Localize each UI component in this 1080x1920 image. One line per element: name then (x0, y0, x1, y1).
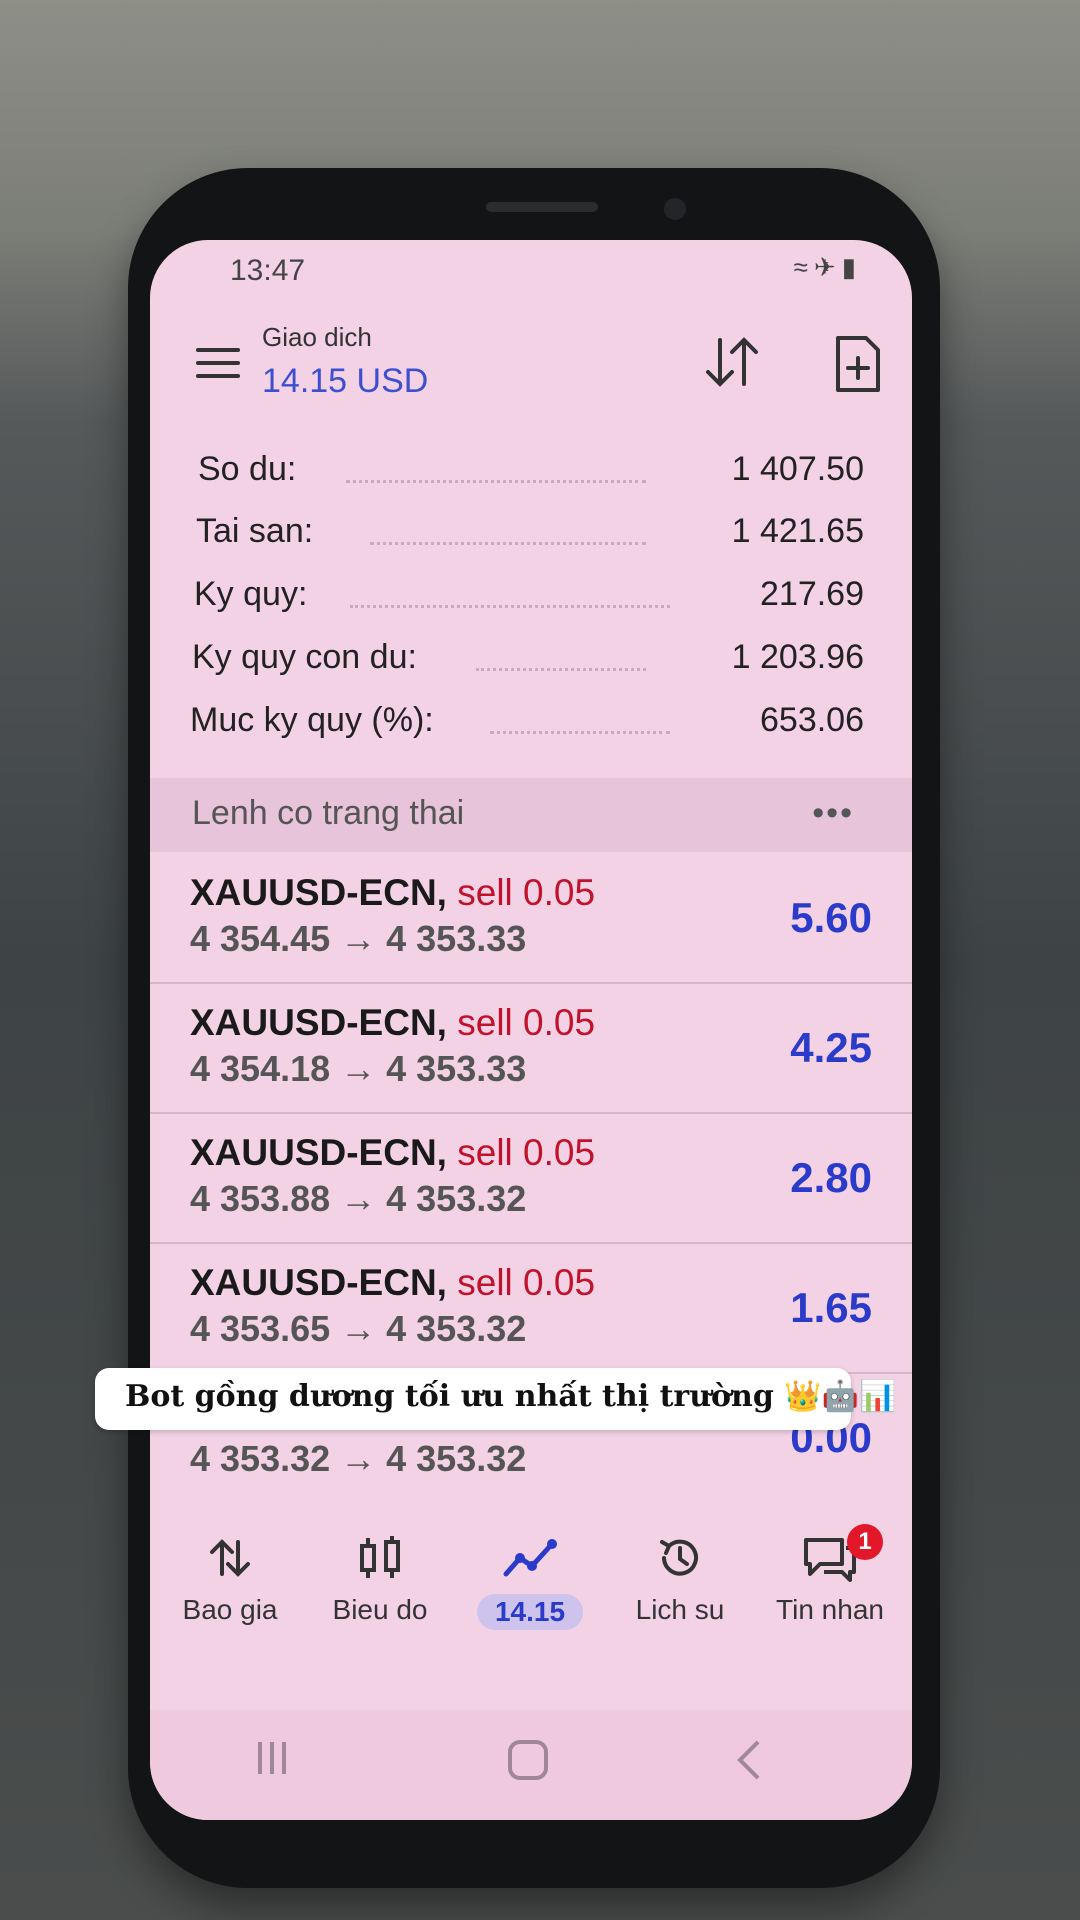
dotted-leader (350, 603, 670, 608)
order-side: sell 0.05 (457, 1262, 596, 1303)
order-side: sell 0.05 (457, 872, 596, 913)
order-profit: 4.25 (790, 1024, 872, 1071)
page-subtitle: Giao dich (262, 322, 372, 352)
new-order-icon[interactable] (832, 334, 884, 394)
account-value: 653.06 (760, 701, 864, 739)
order-profit: 5.60 (790, 894, 872, 941)
account-label: Muc ky quy (%): (190, 701, 434, 739)
menu-icon[interactable] (196, 348, 240, 378)
nav-label: Tin nhan (776, 1594, 884, 1625)
back-icon[interactable] (732, 1738, 768, 1782)
history-icon (605, 1530, 755, 1586)
nav-label: Bao gia (182, 1594, 278, 1625)
dotted-leader (490, 729, 670, 734)
account-value: 1 203.96 (731, 638, 864, 676)
account-row-balance: So du: 1 407.50 (150, 450, 912, 506)
account-label: Tai san: (196, 512, 314, 550)
positions-section-header: Lenh co trang thai ••• (150, 778, 912, 852)
order-profit: 2.80 (790, 1154, 872, 1201)
account-value: 1 407.50 (731, 450, 864, 488)
account-row-margin-level: Muc ky quy (%): 653.06 (150, 701, 912, 757)
account-row-margin: Ky quy: 217.69 (150, 575, 912, 631)
account-row-equity: Tai san: 1 421.65 (150, 512, 912, 568)
more-icon[interactable]: ••• (812, 794, 854, 833)
order-side: sell 0.05 (457, 1132, 596, 1173)
trade-icon (455, 1530, 605, 1586)
nav-label: Bieu do (332, 1594, 428, 1625)
wifi-icon: ≈ (793, 252, 814, 282)
order-row[interactable]: XAUUSD-ECN, sell 0.05 4 354.45 → 4 353.3… (150, 854, 912, 984)
account-label: So du: (198, 450, 297, 488)
account-label: Ky quy con du: (192, 638, 417, 676)
order-prices: 4 353.32 → 4 353.32 (190, 1438, 527, 1479)
account-row-free-margin: Ky quy con du: 1 203.96 (150, 638, 912, 694)
dotted-leader (476, 666, 646, 671)
order-row[interactable]: XAUUSD-ECN, sell 0.05 4 353.88 → 4 353.3… (150, 1114, 912, 1244)
nav-label: Lich su (635, 1594, 725, 1625)
phone-screen: 13:47 ≈✈▮ Giao dich 14.15 USD So du: 1 4… (150, 240, 912, 1820)
status-time: 13:47 (230, 254, 306, 287)
order-symbol: XAUUSD-ECN, (190, 872, 447, 913)
home-icon[interactable] (506, 1738, 550, 1782)
nav-quotes[interactable]: Bao gia (155, 1530, 305, 1626)
order-prices: 4 353.65 → 4 353.32 (190, 1308, 527, 1349)
airplane-icon: ✈ (813, 252, 842, 282)
chart-icon (305, 1530, 455, 1586)
nav-trade[interactable]: 14.15 (455, 1530, 605, 1630)
account-value: 217.69 (760, 575, 864, 613)
order-title: XAUUSD-ECN, sell 0.05 (190, 1132, 595, 1174)
account-value: 1 421.65 (731, 512, 864, 550)
sort-icon[interactable] (702, 334, 762, 390)
nav-label-active: 14.15 (476, 1594, 584, 1630)
notification-badge: 1 (847, 1524, 883, 1560)
order-prices: 4 354.45 → 4 353.33 (190, 918, 527, 959)
account-label: Ky quy: (194, 575, 308, 613)
order-title: XAUUSD-ECN, sell 0.05 (190, 872, 595, 914)
order-row[interactable]: XAUUSD-ECN, sell 0.05 4 353.65 → 4 353.3… (150, 1244, 912, 1374)
order-prices: 4 354.18 → 4 353.33 (190, 1048, 527, 1089)
order-symbol: XAUUSD-ECN, (190, 1262, 447, 1303)
page-title: 14.15 USD (262, 362, 429, 400)
dotted-leader (346, 478, 646, 483)
order-side: sell 0.05 (457, 1002, 596, 1043)
quotes-icon (155, 1530, 305, 1586)
order-title: XAUUSD-ECN, sell 0.05 (190, 1262, 595, 1304)
video-caption: Bot gồng dương tối ưu nhất thị trường 👑🤖… (95, 1368, 896, 1430)
nav-messages[interactable]: 1 Tin nhan (755, 1524, 905, 1626)
order-row[interactable]: XAUUSD-ECN, sell 0.05 4 354.18 → 4 353.3… (150, 984, 912, 1114)
nav-chart[interactable]: Bieu do (305, 1530, 455, 1626)
battery-icon: ▮ (841, 252, 862, 282)
nav-history[interactable]: Lich su (605, 1530, 755, 1626)
order-profit: 1.65 (790, 1284, 872, 1331)
dotted-leader (370, 540, 646, 545)
recents-icon[interactable] (252, 1738, 292, 1778)
order-prices: 4 353.88 → 4 353.32 (190, 1178, 527, 1219)
section-title: Lenh co trang thai (192, 794, 465, 832)
order-symbol: XAUUSD-ECN, (190, 1002, 447, 1043)
messages-icon: 1 (755, 1524, 905, 1586)
phone-camera (664, 198, 686, 220)
caption-text: Bot gồng dương tối ưu nhất thị trường 👑🤖… (125, 1379, 897, 1414)
system-nav-bar (150, 1710, 912, 1820)
status-icons: ≈✈▮ (794, 252, 862, 283)
order-symbol: XAUUSD-ECN, (190, 1132, 447, 1173)
phone-speaker (486, 202, 598, 212)
order-title: XAUUSD-ECN, sell 0.05 (190, 1002, 595, 1044)
